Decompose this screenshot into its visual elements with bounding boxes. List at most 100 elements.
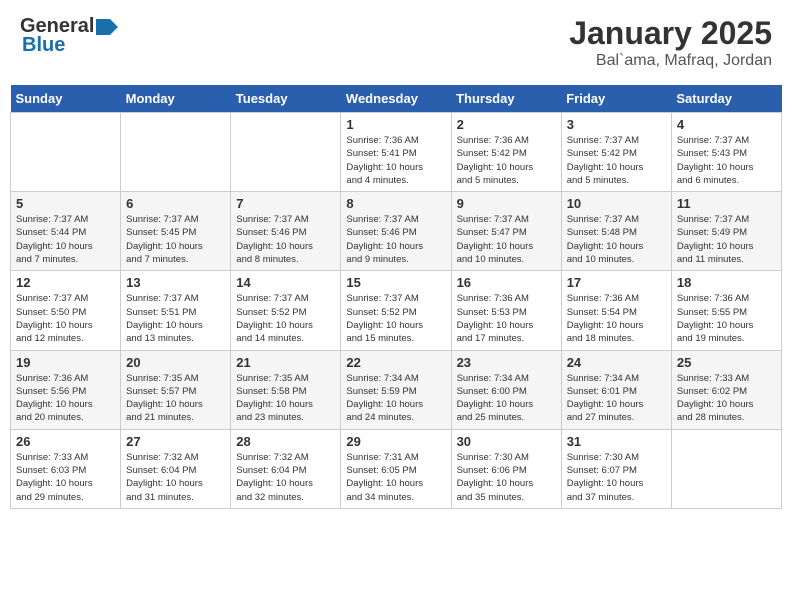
day-number: 24 (567, 355, 666, 370)
day-info: Sunrise: 7:35 AM Sunset: 5:58 PM Dayligh… (236, 372, 335, 425)
calendar-cell: 30Sunrise: 7:30 AM Sunset: 6:06 PM Dayli… (451, 429, 561, 508)
header-day-friday: Friday (561, 85, 671, 113)
calendar-cell: 17 Sunrise: 7:36 AM Sunset: 5:54 PM Dayli… (561, 271, 671, 350)
week-row-3: 19 Sunrise: 7:36 AM Sunset: 5:56 PM Dayli… (11, 350, 782, 429)
day-number: 9 (457, 196, 556, 211)
day-info: Sunrise: 7:32 AM Sunset: 6:04 PM Dayligh… (126, 451, 225, 504)
day-info: Sunrise: 7:36 AM Sunset: 5:56 PM Dayligh… (16, 372, 115, 425)
day-info: Sunrise: 7:35 AM Sunset: 5:57 PM Dayligh… (126, 372, 225, 425)
logo-icon (96, 19, 118, 35)
calendar-cell: 3 Sunrise: 7:37 AM Sunset: 5:42 PM Daylig… (561, 113, 671, 192)
day-number: 1 (346, 117, 445, 132)
calendar-cell: 10Sunrise: 7:37 AM Sunset: 5:48 PM Dayli… (561, 192, 671, 271)
calendar-cell: 11 Sunrise: 7:37 AM Sunset: 5:49 PM Dayli… (671, 192, 781, 271)
calendar-cell: 2Sunrise: 7:36 AM Sunset: 5:42 PM Daylig… (451, 113, 561, 192)
day-info: Sunrise: 7:30 AM Sunset: 6:07 PM Dayligh… (567, 451, 666, 504)
calendar-cell: 9 Sunrise: 7:37 AM Sunset: 5:47 PM Daylig… (451, 192, 561, 271)
day-info: Sunrise: 7:36 AM Sunset: 5:53 PM Dayligh… (457, 292, 556, 345)
calendar-cell: 15Sunrise: 7:37 AM Sunset: 5:52 PM Dayli… (341, 271, 451, 350)
calendar-cell: 23Sunrise: 7:34 AM Sunset: 6:00 PM Dayli… (451, 350, 561, 429)
day-info: Sunrise: 7:34 AM Sunset: 6:00 PM Dayligh… (457, 372, 556, 425)
day-number: 29 (346, 434, 445, 449)
day-info: Sunrise: 7:36 AM Sunset: 5:54 PM Dayligh… (567, 292, 666, 345)
calendar-cell: 1 Sunrise: 7:36 AM Sunset: 5:41 PM Daylig… (341, 113, 451, 192)
day-info: Sunrise: 7:37 AM Sunset: 5:46 PM Dayligh… (236, 213, 335, 266)
logo-blue: Blue (22, 34, 65, 57)
day-info: Sunrise: 7:37 AM Sunset: 5:50 PM Dayligh… (16, 292, 115, 345)
calendar-cell: 18 Sunrise: 7:36 AM Sunset: 5:55 PM Dayli… (671, 271, 781, 350)
calendar-cell: 29 Sunrise: 7:31 AM Sunset: 6:05 PM Dayli… (341, 429, 451, 508)
calendar-cell: 28 Sunrise: 7:32 AM Sunset: 6:04 PM Dayli… (231, 429, 341, 508)
calendar-cell (121, 113, 231, 192)
day-info: Sunrise: 7:33 AM Sunset: 6:02 PM Dayligh… (677, 372, 776, 425)
day-number: 13 (126, 275, 225, 290)
day-info: Sunrise: 7:37 AM Sunset: 5:47 PM Dayligh… (457, 213, 556, 266)
day-info: Sunrise: 7:34 AM Sunset: 5:59 PM Dayligh… (346, 372, 445, 425)
day-number: 22 (346, 355, 445, 370)
calendar-table: SundayMondayTuesdayWednesdayThursdayFrid… (10, 85, 782, 509)
day-number: 19 (16, 355, 115, 370)
calendar-cell: 6Sunrise: 7:37 AM Sunset: 5:45 PM Daylig… (121, 192, 231, 271)
logo: General Blue (20, 15, 118, 57)
calendar-cell: 7 Sunrise: 7:37 AM Sunset: 5:46 PM Daylig… (231, 192, 341, 271)
day-info: Sunrise: 7:37 AM Sunset: 5:52 PM Dayligh… (346, 292, 445, 345)
day-info: Sunrise: 7:36 AM Sunset: 5:41 PM Dayligh… (346, 134, 445, 187)
day-info: Sunrise: 7:37 AM Sunset: 5:43 PM Dayligh… (677, 134, 776, 187)
day-number: 20 (126, 355, 225, 370)
day-number: 8 (346, 196, 445, 211)
calendar-cell (671, 429, 781, 508)
calendar-cell: 24 Sunrise: 7:34 AM Sunset: 6:01 PM Dayli… (561, 350, 671, 429)
day-number: 18 (677, 275, 776, 290)
day-info: Sunrise: 7:37 AM Sunset: 5:48 PM Dayligh… (567, 213, 666, 266)
header: General Blue January 2025 Bal`ama, Mafra… (10, 10, 782, 75)
day-info: Sunrise: 7:37 AM Sunset: 5:52 PM Dayligh… (236, 292, 335, 345)
header-day-thursday: Thursday (451, 85, 561, 113)
day-info: Sunrise: 7:37 AM Sunset: 5:45 PM Dayligh… (126, 213, 225, 266)
day-number: 14 (236, 275, 335, 290)
day-info: Sunrise: 7:34 AM Sunset: 6:01 PM Dayligh… (567, 372, 666, 425)
day-info: Sunrise: 7:31 AM Sunset: 6:05 PM Dayligh… (346, 451, 445, 504)
calendar-cell: 12Sunrise: 7:37 AM Sunset: 5:50 PM Dayli… (11, 271, 121, 350)
day-number: 7 (236, 196, 335, 211)
week-row-2: 12Sunrise: 7:37 AM Sunset: 5:50 PM Dayli… (11, 271, 782, 350)
calendar-header-row: SundayMondayTuesdayWednesdayThursdayFrid… (11, 85, 782, 113)
day-number: 31 (567, 434, 666, 449)
calendar-cell: 14 Sunrise: 7:37 AM Sunset: 5:52 PM Dayli… (231, 271, 341, 350)
week-row-1: 5Sunrise: 7:37 AM Sunset: 5:44 PM Daylig… (11, 192, 782, 271)
header-day-saturday: Saturday (671, 85, 781, 113)
month-title: January 2025 (569, 15, 772, 52)
day-info: Sunrise: 7:37 AM Sunset: 5:51 PM Dayligh… (126, 292, 225, 345)
header-day-monday: Monday (121, 85, 231, 113)
day-number: 2 (457, 117, 556, 132)
day-number: 30 (457, 434, 556, 449)
day-number: 16 (457, 275, 556, 290)
calendar-cell (231, 113, 341, 192)
day-info: Sunrise: 7:33 AM Sunset: 6:03 PM Dayligh… (16, 451, 115, 504)
day-info: Sunrise: 7:37 AM Sunset: 5:44 PM Dayligh… (16, 213, 115, 266)
calendar-cell: 21Sunrise: 7:35 AM Sunset: 5:58 PM Dayli… (231, 350, 341, 429)
day-number: 25 (677, 355, 776, 370)
day-number: 3 (567, 117, 666, 132)
calendar-cell: 26 Sunrise: 7:33 AM Sunset: 6:03 PM Dayli… (11, 429, 121, 508)
day-info: Sunrise: 7:37 AM Sunset: 5:46 PM Dayligh… (346, 213, 445, 266)
day-number: 11 (677, 196, 776, 211)
day-info: Sunrise: 7:37 AM Sunset: 5:49 PM Dayligh… (677, 213, 776, 266)
day-number: 4 (677, 117, 776, 132)
day-info: Sunrise: 7:32 AM Sunset: 6:04 PM Dayligh… (236, 451, 335, 504)
header-day-tuesday: Tuesday (231, 85, 341, 113)
day-info: Sunrise: 7:36 AM Sunset: 5:55 PM Dayligh… (677, 292, 776, 345)
calendar-cell: 8 Sunrise: 7:37 AM Sunset: 5:46 PM Daylig… (341, 192, 451, 271)
day-number: 17 (567, 275, 666, 290)
calendar-cell: 19 Sunrise: 7:36 AM Sunset: 5:56 PM Dayli… (11, 350, 121, 429)
calendar-cell: 5Sunrise: 7:37 AM Sunset: 5:44 PM Daylig… (11, 192, 121, 271)
calendar-cell: 20 Sunrise: 7:35 AM Sunset: 5:57 PM Dayli… (121, 350, 231, 429)
day-number: 26 (16, 434, 115, 449)
day-number: 28 (236, 434, 335, 449)
week-row-4: 26 Sunrise: 7:33 AM Sunset: 6:03 PM Dayli… (11, 429, 782, 508)
header-day-sunday: Sunday (11, 85, 121, 113)
calendar-cell: 27Sunrise: 7:32 AM Sunset: 6:04 PM Dayli… (121, 429, 231, 508)
calendar-cell: 22 Sunrise: 7:34 AM Sunset: 5:59 PM Dayli… (341, 350, 451, 429)
calendar-cell: 31 Sunrise: 7:30 AM Sunset: 6:07 PM Dayli… (561, 429, 671, 508)
week-row-0: 1 Sunrise: 7:36 AM Sunset: 5:41 PM Daylig… (11, 113, 782, 192)
day-info: Sunrise: 7:37 AM Sunset: 5:42 PM Dayligh… (567, 134, 666, 187)
